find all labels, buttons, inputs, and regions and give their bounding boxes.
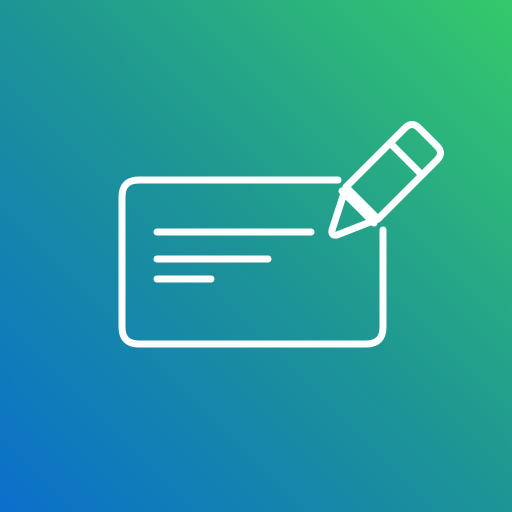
app-icon (0, 0, 512, 512)
pencil-icon (328, 121, 444, 239)
check-edit-icon (118, 121, 444, 348)
